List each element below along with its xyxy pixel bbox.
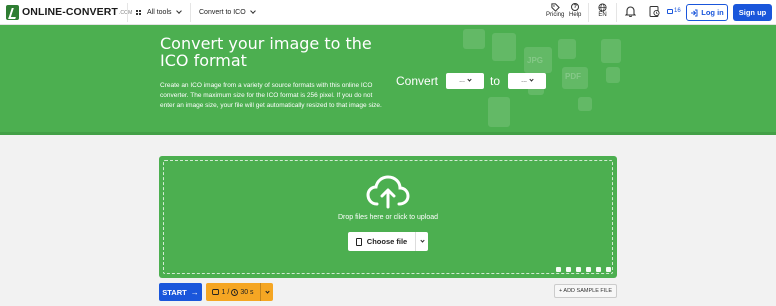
help-label: Help (569, 12, 582, 18)
notifications-button[interactable] (625, 6, 636, 17)
google-drive-icon[interactable] (586, 267, 591, 272)
start-label: START (162, 287, 187, 297)
signup-button[interactable]: Sign up (733, 4, 772, 21)
onedrive-icon[interactable] (596, 267, 601, 272)
start-button[interactable]: START → (159, 283, 202, 301)
login-button[interactable]: Log in (686, 4, 728, 21)
chevron-down-icon (419, 238, 425, 243)
chart-file-icon (601, 39, 621, 63)
all-tools-menu[interactable]: All tools (136, 0, 182, 25)
logo-icon (6, 4, 19, 20)
clipboard-icon[interactable] (606, 267, 611, 272)
doc-file-icon (606, 67, 620, 83)
drop-instructions: Drop files here or click to upload (338, 214, 438, 221)
limits-dropdown[interactable] (261, 288, 273, 294)
arrow-right-icon: → (190, 287, 199, 297)
language-switcher[interactable]: EN (598, 2, 607, 18)
globe-icon (598, 2, 607, 12)
clipboard-clock-icon (649, 6, 660, 17)
language-label: EN (598, 12, 607, 18)
time-limit: 30 s (240, 288, 254, 296)
pricing-label: Pricing (546, 12, 565, 18)
choose-file-label: Choose file (366, 237, 408, 246)
chevron-down-icon (249, 8, 256, 14)
files-counter[interactable]: 16 (667, 8, 681, 14)
source-format-select[interactable]: ... (446, 72, 485, 89)
limits-main[interactable]: 1 / 30 s (206, 283, 261, 301)
to-label: to (490, 73, 501, 88)
chevron-down-icon (529, 77, 534, 82)
hero-banner: JPG PDF Convert your image to the ICO fo… (0, 25, 776, 135)
logo-suffix: .COM (118, 10, 133, 16)
folder-icon[interactable] (556, 267, 561, 272)
files-count: 1 (221, 288, 226, 296)
chevron-down-icon (467, 77, 472, 82)
bell-icon (625, 6, 636, 17)
format-selector: Convert ... to ... (396, 72, 547, 89)
jpg-label: JPG (527, 56, 544, 65)
pdf-label: PDF (565, 72, 581, 81)
target-format-value: ... (521, 77, 527, 84)
limits-indicator[interactable]: 1 / 30 s (206, 283, 273, 301)
page-title: Convert your image to the ICO format (160, 34, 372, 70)
file-icon (492, 33, 516, 61)
nav-divider (588, 3, 589, 22)
top-navbar: ONLINE-CONVERT.COM All tools Convert to … (0, 0, 776, 25)
page-description: Create an ICO image from a variety of so… (160, 82, 382, 109)
file-icon (355, 237, 362, 246)
help-link[interactable]: ? Help (569, 2, 581, 18)
graph-file-icon (488, 97, 510, 127)
clock-icon (231, 288, 239, 296)
pricing-link[interactable]: Pricing (546, 2, 564, 18)
grid-icon (136, 9, 142, 16)
all-tools-label: All tools (147, 9, 172, 16)
envelope-icon (463, 29, 485, 49)
choose-file-button[interactable]: Choose file (348, 232, 428, 251)
upload-dropzone[interactable]: Drop files here or click to upload Choos… (159, 156, 617, 278)
price-tag-icon (551, 2, 560, 12)
chevron-down-icon (264, 288, 270, 294)
add-sample-label: + ADD SAMPLE FILE (558, 288, 613, 294)
add-sample-file-button[interactable]: + ADD SAMPLE FILE (554, 284, 617, 298)
image-file-icon (558, 39, 576, 59)
files-count-badge: 16 (674, 8, 681, 14)
history-button[interactable] (649, 6, 660, 17)
current-tool-menu[interactable]: Convert to ICO (199, 0, 256, 25)
dropbox-icon[interactable] (576, 267, 581, 272)
limits-separator: / (227, 288, 230, 296)
cloud-upload-icon (366, 175, 410, 209)
login-icon (691, 9, 698, 16)
link-icon[interactable] (566, 267, 571, 272)
nav-divider (127, 3, 128, 22)
source-format-value: ... (459, 77, 465, 84)
nav-divider (190, 3, 191, 22)
chevron-down-icon (175, 8, 182, 14)
logo[interactable]: ONLINE-CONVERT.COM (6, 4, 132, 20)
current-tool-label: Convert to ICO (199, 9, 246, 16)
upload-sources (556, 267, 611, 272)
help-icon: ? (571, 3, 580, 11)
target-format-select[interactable]: ... (508, 72, 547, 89)
login-label: Log in (701, 8, 724, 17)
choose-file-main[interactable]: Choose file (348, 232, 416, 251)
choose-source-dropdown[interactable] (416, 232, 428, 251)
nav-divider (616, 3, 617, 22)
files-icon (212, 289, 220, 295)
signup-label: Sign up (738, 8, 767, 17)
logo-text: ONLINE-CONVERT (22, 6, 118, 18)
small-file-icon (578, 97, 592, 111)
file-stack-icon (667, 8, 673, 14)
convert-label: Convert (396, 73, 439, 88)
